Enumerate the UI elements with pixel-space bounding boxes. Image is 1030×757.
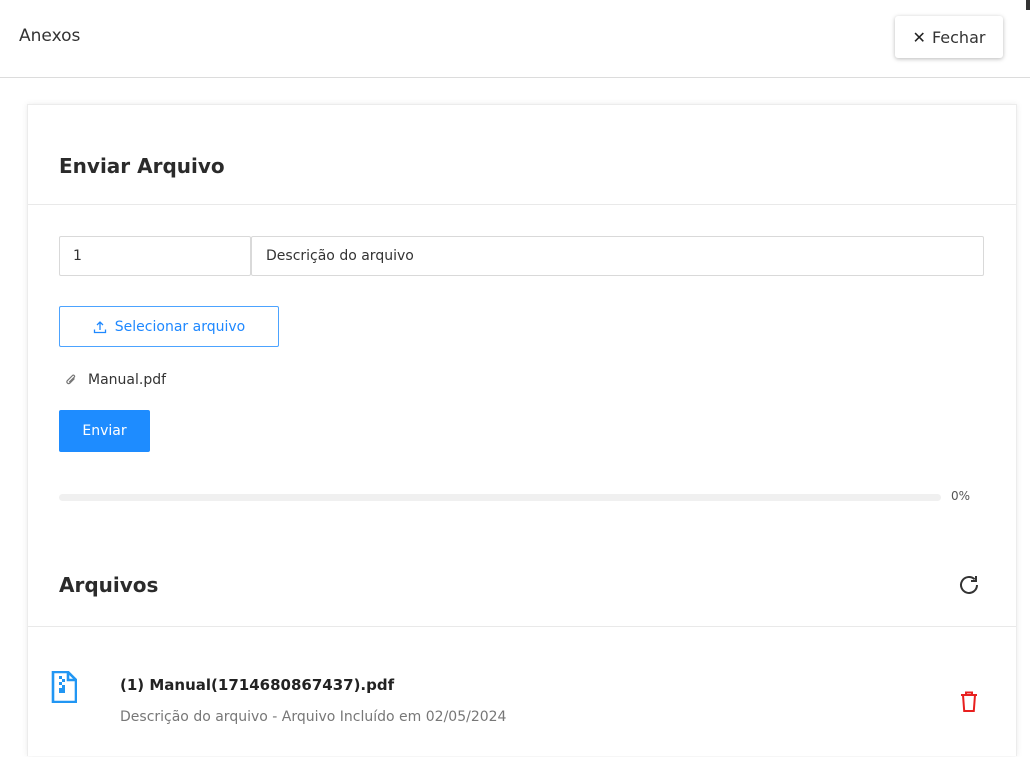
sequence-input[interactable]: 1 <box>59 236 251 276</box>
file-description: Descrição do arquivo - Arquivo Incluído … <box>120 709 507 725</box>
files-section-title: Arquivos <box>59 573 159 597</box>
close-icon: ✕ <box>912 27 926 47</box>
progress-percent: 0% <box>951 489 971 503</box>
file-name[interactable]: (1) Manual(1714680867437).pdf <box>120 676 394 694</box>
paperclip-icon <box>66 374 76 385</box>
page-title: Anexos <box>19 26 81 46</box>
send-button[interactable]: Enviar <box>59 410 150 452</box>
select-file-button[interactable]: Selecionar arquivo <box>59 306 279 347</box>
modal-header: Anexos ✕ Fechar <box>0 0 1030 78</box>
selected-file-name: Manual.pdf <box>88 372 167 388</box>
trash-icon[interactable] <box>959 691 979 713</box>
description-input[interactable]: Descrição do arquivo <box>251 236 984 276</box>
upload-icon <box>93 320 106 333</box>
zip-document-icon <box>51 671 77 703</box>
list-item: (1) Manual(1714680867437).pdf Descrição … <box>28 627 1016 757</box>
upload-progress-bar <box>59 494 941 501</box>
upload-section-title: Enviar Arquivo <box>59 154 225 178</box>
divider <box>28 204 1016 205</box>
refresh-icon[interactable] <box>957 573 981 597</box>
edge-decoration <box>1026 0 1030 10</box>
select-file-label: Selecionar arquivo <box>114 318 246 335</box>
close-button-label: Fechar <box>931 27 986 47</box>
close-button[interactable]: ✕ Fechar <box>895 16 1003 58</box>
attachments-panel: Enviar Arquivo 1 Descrição do arquivo Se… <box>27 104 1017 756</box>
selected-file: Manual.pdf <box>64 369 166 391</box>
